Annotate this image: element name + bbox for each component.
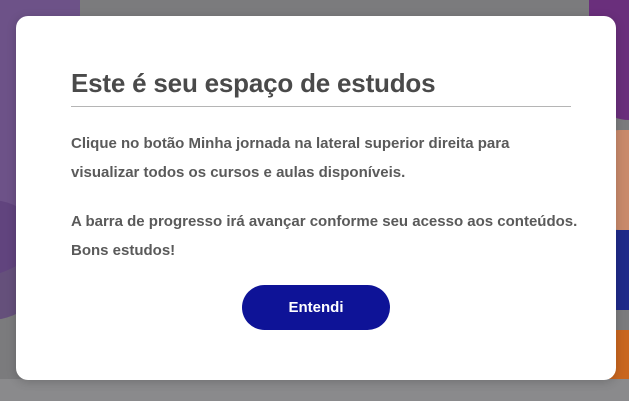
modal-instructions: Clique no botão Minha jornada na lateral… — [71, 135, 510, 181]
modal-progress-note: A barra de progresso irá avançar conform… — [71, 213, 578, 259]
title-divider — [71, 106, 571, 107]
welcome-modal: Este é seu espaço de estudos Clique no b… — [16, 16, 616, 380]
page-backdrop: Este é seu espaço de estudos Clique no b… — [0, 0, 629, 401]
background-decoration — [0, 379, 629, 401]
confirm-button[interactable]: Entendi — [242, 285, 390, 330]
modal-title: Este é seu espaço de estudos — [71, 68, 436, 98]
